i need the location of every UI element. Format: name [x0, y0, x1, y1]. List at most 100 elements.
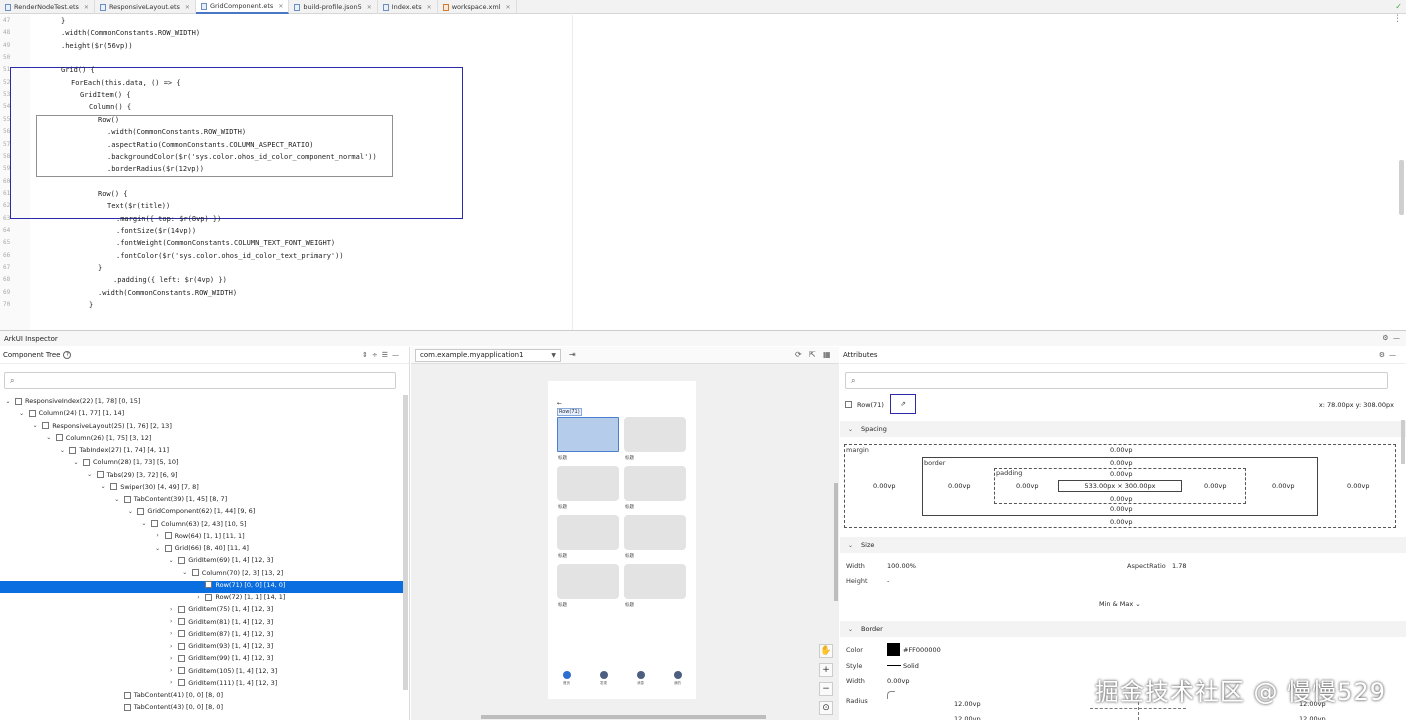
collapse-all-icon[interactable]: ÷: [372, 351, 382, 359]
editor-scrollbar[interactable]: [1399, 160, 1404, 215]
close-icon[interactable]: ✕: [367, 4, 372, 11]
tree-node[interactable]: ⌄ Column(24) [1, 77] [1, 14]: [18, 407, 124, 419]
chevron-right-icon[interactable]: ›: [167, 667, 175, 674]
chevron-down-icon[interactable]: ⌄: [72, 459, 80, 466]
chevron-down-icon[interactable]: ⌄: [167, 557, 175, 564]
chevron-down-icon[interactable]: ⌄: [18, 410, 26, 417]
minimize-icon[interactable]: —: [1393, 334, 1400, 342]
jump-to-code-button[interactable]: ⇗: [890, 394, 916, 414]
tree-node[interactable]: › GridItem(105) [1, 4] [12, 3]: [167, 665, 277, 677]
tree-node[interactable]: ⌄ Tabs(29) [3, 72] [6, 9]: [86, 469, 177, 481]
grid-cell[interactable]: [557, 564, 619, 599]
preview-h-scrollbar[interactable]: [481, 715, 766, 719]
chevron-down-icon[interactable]: ⌄: [181, 569, 189, 576]
chevron-right-icon[interactable]: ›: [167, 643, 175, 650]
zoom-out-button[interactable]: −: [819, 682, 833, 696]
close-icon[interactable]: ✕: [185, 4, 190, 11]
chevron-down-icon[interactable]: ⌄: [126, 508, 134, 515]
chevron-down-icon[interactable]: ⌄: [113, 496, 121, 503]
preview-v-scrollbar[interactable]: [834, 483, 838, 601]
grid-cell[interactable]: [624, 564, 686, 599]
chevron-down-icon[interactable]: ⌄: [154, 545, 162, 552]
code-line[interactable]: Text($r(title)): [107, 202, 170, 210]
export-icon[interactable]: ⇥: [569, 350, 576, 359]
open-external-icon[interactable]: ⇱: [809, 350, 816, 359]
chevron-right-icon[interactable]: ›: [167, 655, 175, 662]
chevron-right-icon[interactable]: ›: [167, 679, 175, 686]
tab-render-node-test[interactable]: RenderNodeTest.ets ✕: [0, 0, 95, 14]
list-icon[interactable]: ☰: [382, 351, 392, 359]
code-line[interactable]: Row() {: [98, 190, 128, 198]
radius-bottom-left[interactable]: 12.00vp: [954, 715, 981, 720]
more-icon[interactable]: ⋮: [1393, 14, 1402, 24]
border-section-header[interactable]: ⌄ Border: [840, 621, 1406, 637]
attributes-search-input[interactable]: ⌕: [845, 372, 1388, 389]
radius-bottom-right[interactable]: 12.00vp: [1299, 715, 1326, 720]
close-icon[interactable]: ✕: [278, 3, 283, 10]
tree-node[interactable]: › GridItem(111) [1, 4] [12, 3]: [167, 677, 277, 689]
tree-node[interactable]: TabContent(41) [0, 0] [8, 0]: [113, 689, 223, 701]
tree-node[interactable]: › Row(72) [1, 1] [14, 1]: [194, 591, 285, 603]
tree-node[interactable]: ⌄ Column(26) [1, 75] [3, 12]: [45, 432, 151, 444]
code-line[interactable]: .fontColor($r('sys.color.ohos_id_color_t…: [116, 252, 344, 260]
grid-cell[interactable]: [624, 466, 686, 501]
code-line[interactable]: }: [61, 17, 65, 25]
code-line[interactable]: .fontSize($r(14vp)): [116, 227, 196, 235]
help-icon[interactable]: ?: [63, 351, 72, 359]
code-line[interactable]: .width(CommonConstants.ROW_WIDTH): [61, 29, 200, 37]
tree-node[interactable]: ⌄ Column(63) [2, 43] [10, 5]: [140, 518, 246, 530]
size-section-header[interactable]: ⌄ Size: [840, 537, 1406, 553]
tree-node[interactable]: › GridItem(87) [1, 4] [12, 3]: [167, 628, 273, 640]
fit-screen-icon[interactable]: ⊙: [819, 701, 833, 715]
width-value[interactable]: 100.00%: [887, 562, 916, 570]
border-width-value[interactable]: 0.00vp: [887, 677, 909, 685]
chevron-down-icon[interactable]: ⌄: [99, 483, 107, 490]
chevron-right-icon[interactable]: ›: [167, 630, 175, 637]
code-line[interactable]: .height($r(56vp)): [61, 42, 133, 50]
aspect-ratio-value[interactable]: 1.78: [1172, 562, 1186, 570]
code-line[interactable]: .backgroundColor($r('sys.color.ohos_id_c…: [107, 153, 377, 161]
chevron-right-icon[interactable]: ›: [167, 606, 175, 613]
chevron-right-icon[interactable]: ›: [194, 594, 202, 601]
tree-scrollbar[interactable]: [403, 395, 408, 690]
color-swatch[interactable]: [887, 643, 900, 656]
chevron-down-icon[interactable]: ⌄: [4, 398, 12, 405]
code-editor[interactable]: 47 48 49 50 51 52 53 54 55 56 57 58 59 60 61 62 63 64 65 66…: [0, 15, 1406, 330]
tree-node[interactable]: ⌄ GridComponent(62) [1, 44] [9, 6]: [126, 505, 255, 517]
tree-node[interactable]: ⌄ TabContent(39) [1, 45] [8, 7]: [113, 493, 227, 505]
code-line[interactable]: .borderRadius($r(12vp)): [107, 165, 204, 173]
tree-node[interactable]: ⌄ ResponsiveLayout(25) [1, 76] [2, 13]: [31, 420, 172, 432]
grid-cell[interactable]: [557, 466, 619, 501]
tree-node[interactable]: › GridItem(99) [1, 4] [12, 3]: [167, 652, 273, 664]
tree-node[interactable]: ⌄ Column(70) [2, 3] [13, 2]: [181, 567, 283, 579]
height-value[interactable]: -: [887, 577, 889, 585]
code-line[interactable]: .margin({ top: $r(8vp) }): [116, 215, 221, 223]
tree-node[interactable]: ⌄ GridItem(69) [1, 4] [12, 3]: [167, 554, 274, 566]
code-line[interactable]: .width(CommonConstants.ROW_WIDTH): [107, 128, 246, 136]
grid-cell[interactable]: [557, 515, 619, 550]
gear-icon[interactable]: ⚙: [1382, 334, 1388, 342]
style-value[interactable]: Solid: [903, 662, 919, 670]
hand-tool-icon[interactable]: ✋: [819, 644, 833, 658]
tab-grid-component[interactable]: GridComponent.ets ✕: [195, 0, 290, 14]
grid-cell[interactable]: [557, 417, 619, 452]
tree-node[interactable]: ⌄ Column(28) [1, 73] [5, 10]: [72, 456, 178, 468]
nav-tab-icon[interactable]: [637, 671, 645, 679]
tree-node[interactable]: Row(71) [0, 0] [14, 0]: [194, 579, 285, 591]
tree-node[interactable]: ⌄ Swiper(30) [4, 49] [7, 8]: [99, 481, 199, 493]
tree-node[interactable]: › GridItem(75) [1, 4] [12, 3]: [167, 603, 273, 615]
tree-node[interactable]: ⌄ Grid(66) [8, 40] [11, 4]: [154, 542, 249, 554]
tree-node[interactable]: › Row(64) [1, 1] [11, 1]: [154, 530, 244, 542]
code-line[interactable]: Row(): [98, 116, 119, 124]
gear-icon[interactable]: ⚙: [1379, 351, 1389, 359]
chevron-down-icon[interactable]: ⌄: [58, 447, 66, 454]
color-value[interactable]: #FF000000: [903, 646, 941, 654]
tab-build-profile[interactable]: build-profile.json5 ✕: [289, 0, 378, 14]
expand-all-icon[interactable]: ⇕: [362, 351, 372, 359]
chevron-down-icon[interactable]: ⌄: [31, 422, 39, 429]
code-line[interactable]: .padding({ left: $r(4vp) }): [113, 276, 227, 284]
tree-node[interactable]: › GridItem(81) [1, 4] [12, 3]: [167, 616, 273, 628]
nav-tab-icon[interactable]: [674, 671, 682, 679]
min-max-toggle[interactable]: Min & Max ⌄: [1099, 600, 1141, 608]
close-icon[interactable]: ✕: [506, 4, 511, 11]
